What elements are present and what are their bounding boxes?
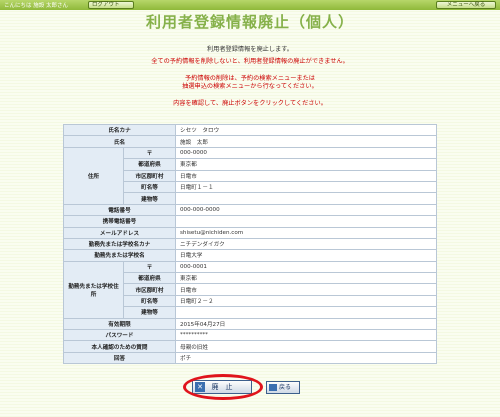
password-value: ********** bbox=[175, 329, 437, 342]
greeting-text: こんにちは 施設 太郎さん bbox=[4, 3, 68, 9]
work-kana-label: 勤務先または学校名カナ bbox=[63, 237, 176, 251]
table-row: 氏名カナ シセツ タロウ bbox=[63, 123, 437, 137]
table-row: 勤務先または学校名カナ ニチデンダイガク bbox=[63, 237, 437, 251]
answer-label: 回答 bbox=[63, 351, 176, 365]
table-row: 勤務先または学校名 日電大学 bbox=[63, 249, 437, 262]
name-label: 氏名 bbox=[63, 135, 176, 148]
table-row: 勤務先または学校住所 〒 000-0001 bbox=[63, 260, 437, 319]
street-label: 町名等 bbox=[123, 180, 176, 194]
name-value: 施設 太郎 bbox=[175, 135, 437, 148]
zip-label: 〒 bbox=[123, 146, 176, 160]
table-row: 住所 〒 000-0000 bbox=[63, 146, 437, 205]
back-button-label: 戻る bbox=[279, 384, 292, 391]
work-city-value: 日電市 bbox=[175, 283, 437, 296]
table-row: 回答 ポチ bbox=[63, 351, 437, 365]
work-street-value: 日電町２－２ bbox=[175, 294, 437, 308]
work-bldg-label: 建物等 bbox=[123, 306, 176, 319]
bldg-label: 建物等 bbox=[123, 192, 176, 205]
work-name-label: 勤務先または学校名 bbox=[63, 249, 176, 262]
top-bar bbox=[0, 0, 500, 10]
work-zip-value: 000-0001 bbox=[175, 260, 437, 274]
street-value: 日電町１－１ bbox=[175, 180, 437, 194]
table-row: パスワード ********** bbox=[63, 329, 437, 342]
city-value: 日電市 bbox=[175, 169, 437, 182]
table-row: 氏名 施設 太郎 bbox=[63, 135, 437, 148]
bldg-value bbox=[175, 192, 437, 205]
kana-label: 氏名カナ bbox=[63, 123, 176, 137]
kana-value: シセツ タロウ bbox=[175, 123, 437, 137]
highlight-circle bbox=[183, 374, 263, 400]
table-row: 本人確認のための質問 母親の旧姓 bbox=[63, 340, 437, 353]
answer-value: ポチ bbox=[175, 351, 437, 365]
table-row: 有効期限 2015年04月27日 bbox=[63, 317, 437, 331]
instruction-message: 内容を確認して、廃止ボタンをクリックしてください。 bbox=[173, 100, 327, 107]
table-row: メールアドレス shisetu@nichiden.com bbox=[63, 226, 437, 239]
mobile-label: 携帯電話番号 bbox=[63, 215, 176, 228]
table-row: 電話番号 000-000-0000 bbox=[63, 203, 437, 217]
table-row: 携帯電話番号 bbox=[63, 215, 437, 228]
question-value: 母親の旧姓 bbox=[175, 340, 437, 353]
work-address-label: 勤務先または学校住所 bbox=[63, 260, 124, 319]
expiry-value: 2015年04月27日 bbox=[175, 317, 437, 331]
pref-label: 都道府県 bbox=[123, 158, 176, 171]
work-street-label: 町名等 bbox=[123, 294, 176, 308]
email-value: shisetu@nichiden.com bbox=[175, 226, 437, 239]
work-name-value: 日電大学 bbox=[175, 249, 437, 262]
work-pref-label: 都道府県 bbox=[123, 272, 176, 285]
work-kana-value: ニチデンダイガク bbox=[175, 237, 437, 251]
user-info-table: 氏名カナ シセツ タロウ 氏名 施設 太郎 住所 〒 000-0000 都道府県… bbox=[63, 123, 437, 365]
pref-value: 東京都 bbox=[175, 158, 437, 171]
mobile-value bbox=[175, 215, 437, 228]
info-message: 利用者登録情報を廃止します。 bbox=[206, 46, 293, 53]
warning-message: 全ての予約情報を削除しないと、利用者登録情報の廃止ができません。 bbox=[151, 58, 349, 65]
logout-button[interactable]: ログアウト bbox=[88, 1, 134, 9]
work-pref-value: 東京都 bbox=[175, 272, 437, 285]
page-title: 利用者登録情報廃止（個人） bbox=[145, 13, 354, 31]
back-to-menu-button[interactable]: メニューへ戻る bbox=[436, 1, 496, 9]
work-city-label: 市区郡町村 bbox=[123, 283, 176, 296]
phone-label: 電話番号 bbox=[63, 203, 176, 217]
password-label: パスワード bbox=[63, 329, 176, 342]
back-button[interactable]: 戻る bbox=[266, 381, 300, 394]
warning-message-3: 抽選申込の検索メニューから行なってください。 bbox=[182, 83, 318, 90]
zip-value: 000-0000 bbox=[175, 146, 437, 160]
expiry-label: 有効期限 bbox=[63, 317, 176, 331]
address-label: 住所 bbox=[63, 146, 124, 205]
email-label: メールアドレス bbox=[63, 226, 176, 239]
city-label: 市区郡町村 bbox=[123, 169, 176, 182]
phone-value: 000-000-0000 bbox=[175, 203, 437, 217]
question-label: 本人確認のための質問 bbox=[63, 340, 176, 353]
arrow-left-icon bbox=[269, 384, 277, 391]
work-zip-label: 〒 bbox=[123, 260, 176, 274]
work-bldg-value bbox=[175, 306, 437, 319]
